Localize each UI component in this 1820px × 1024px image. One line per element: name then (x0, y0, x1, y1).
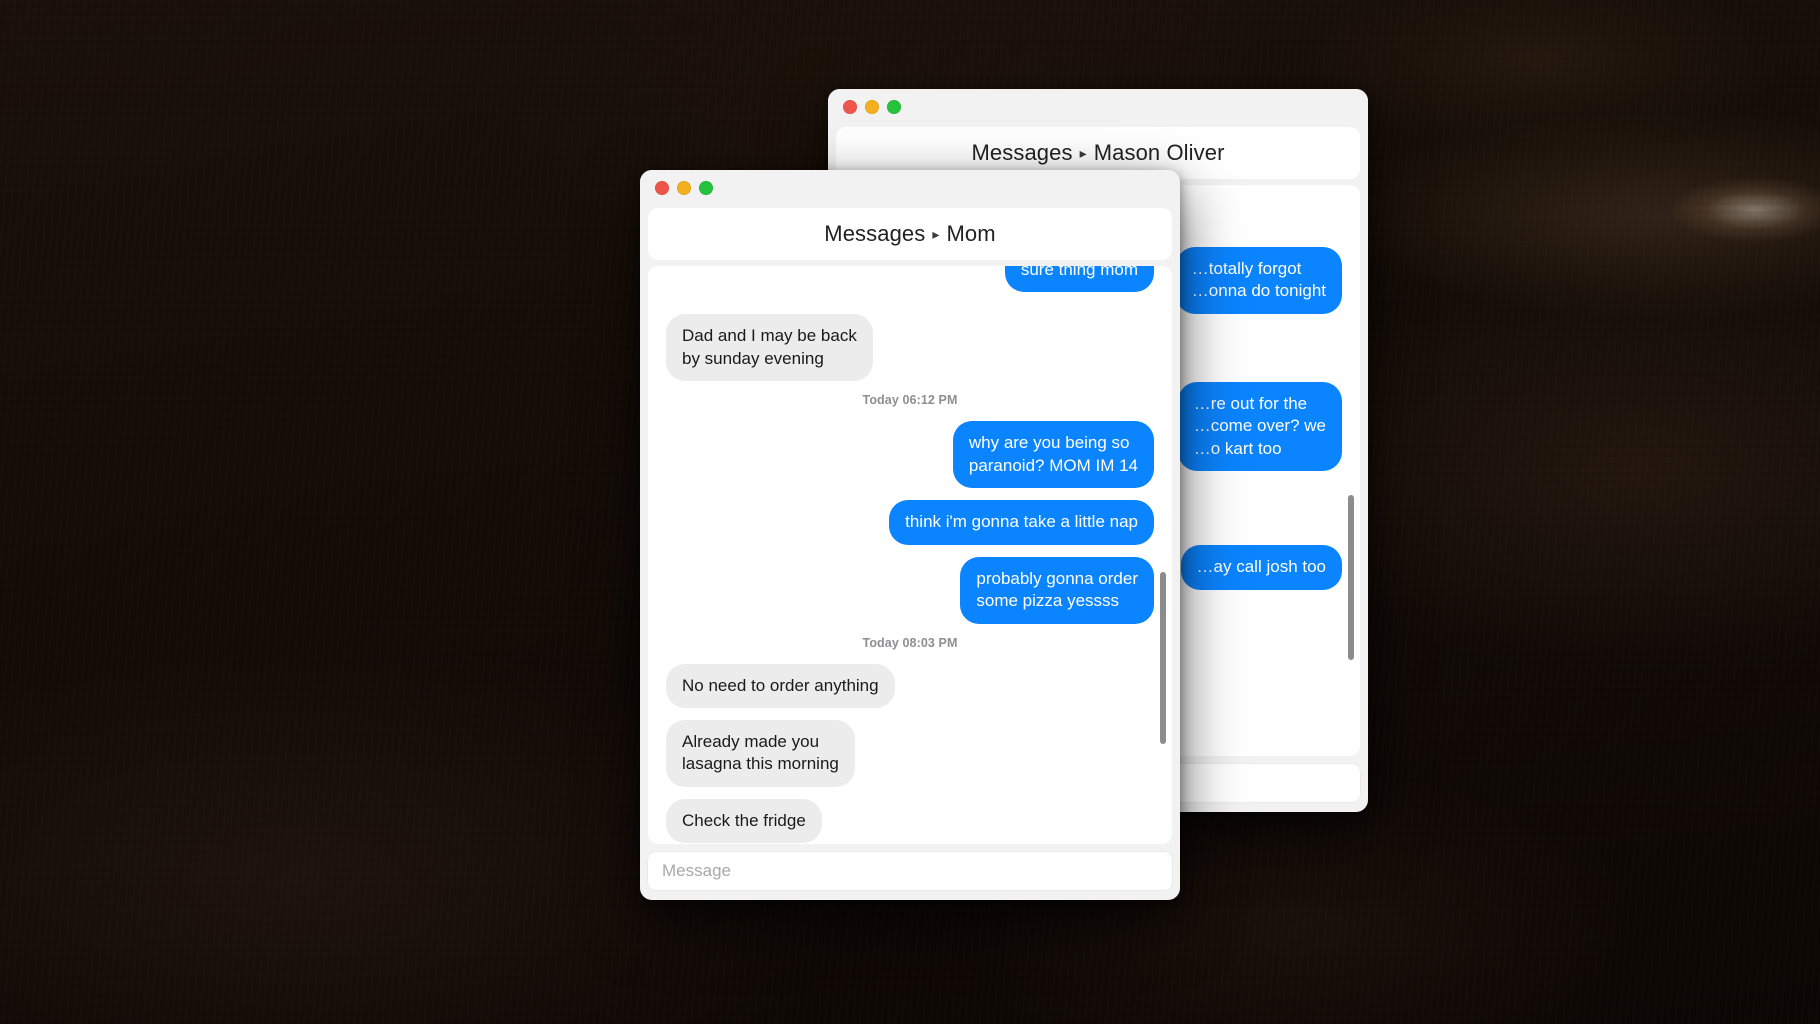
message-bubble-outgoing: think i'm gonna take a little nap (889, 500, 1154, 545)
message-row: Already made you lasagna this morning (666, 719, 1154, 787)
message-bubble-incoming: Already made you lasagna this morning (666, 719, 855, 787)
message-row: No need to order anything (666, 663, 1154, 708)
composer-bar-mom[interactable] (640, 844, 1180, 900)
chevron-right-icon: ▸ (1079, 145, 1087, 161)
message-bubble-outgoing: probably gonna order some pizza yessss (960, 556, 1154, 624)
app-name-label: Messages (971, 140, 1073, 165)
minimize-button-icon[interactable] (677, 181, 691, 195)
message-input-mom[interactable] (648, 852, 1172, 890)
message-bubble-incoming: Dad and I may be back by sunday evening (666, 314, 873, 382)
message-bubble-incoming: Check the fridge (666, 798, 822, 844)
conversation-header-mom: Messages ▸ Mom (648, 208, 1172, 260)
message-bubble-outgoing: sure thing mom (1004, 266, 1154, 293)
message-row: probably gonna order some pizza yessss (666, 556, 1154, 624)
maximize-button-icon[interactable] (699, 181, 713, 195)
message-bubble-outgoing: …totally forgot …onna do tonight (1175, 247, 1342, 314)
message-row: think i'm gonna take a little nap (666, 500, 1154, 545)
titlebar-mom[interactable] (640, 170, 1180, 206)
message-row: why are you being so paranoid? MOM IM 14 (666, 421, 1154, 489)
message-bubble-outgoing: …re out for the …come over? we …o kart t… (1177, 381, 1342, 472)
contact-name-label: Mom (946, 221, 996, 246)
close-button-icon[interactable] (843, 100, 857, 114)
message-timestamp: Today 06:12 PM (862, 393, 958, 408)
close-button-icon[interactable] (655, 181, 669, 195)
message-timestamp: Today 08:03 PM (862, 635, 958, 650)
message-bubble-incoming: No need to order anything (666, 663, 895, 708)
app-name-label: Messages (824, 221, 926, 246)
breadcrumb-mom: Messages ▸ Mom (824, 221, 995, 247)
contact-name-label: Mason Oliver (1093, 140, 1225, 165)
titlebar-mason[interactable] (828, 89, 1368, 125)
message-bubble-outgoing: why are you being so paranoid? MOM IM 14 (952, 421, 1154, 489)
chevron-right-icon: ▸ (932, 226, 940, 242)
message-row: sure thing mom (666, 266, 1154, 293)
message-row: Dad and I may be back by sunday evening (666, 314, 1154, 382)
messages-window-mom[interactable]: Messages ▸ Mom sure thing mom Dad and I ma… (640, 170, 1180, 900)
message-list-mom: sure thing mom Dad and I may be back by … (648, 266, 1172, 844)
breadcrumb-mason: Messages ▸ Mason Oliver (971, 140, 1224, 166)
message-bubble-outgoing: …ay call josh too (1180, 545, 1342, 590)
minimize-button-icon[interactable] (865, 100, 879, 114)
message-row: Check the fridge (666, 798, 1154, 844)
conversation-scroll-area-mom[interactable]: sure thing mom Dad and I may be back by … (648, 266, 1172, 844)
maximize-button-icon[interactable] (887, 100, 901, 114)
scrollbar-thumb-mason[interactable] (1348, 495, 1354, 660)
scrollbar-thumb-mom[interactable] (1160, 572, 1166, 744)
